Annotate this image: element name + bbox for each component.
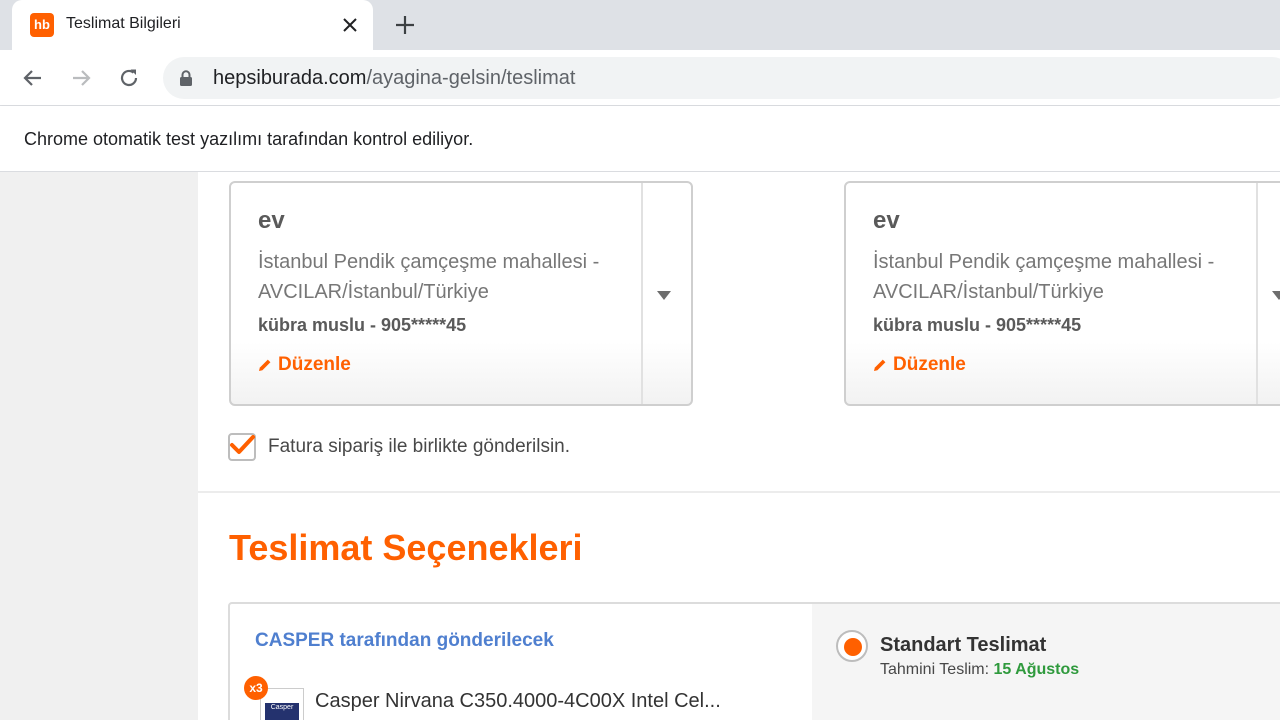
page-viewport: ev İstanbul Pendik çamçeşme mahallesi - …: [0, 172, 1280, 720]
automation-infobar: Chrome otomatik test yazılımı tarafından…: [0, 106, 1280, 172]
edit-address-button[interactable]: Düzenle: [258, 354, 641, 376]
edit-address-label: Düzenle: [278, 354, 351, 375]
delivery-option-box: CASPER tarafından gönderilecek Casper x3…: [228, 602, 1280, 720]
pencil-icon: [874, 359, 886, 371]
address-person: kübra muslu - 905*****45: [873, 315, 1082, 335]
url-text: hepsiburada.com/ayagina-gelsin/teslimat: [213, 67, 575, 90]
browser-tab[interactable]: hb Teslimat Bilgileri: [12, 0, 373, 50]
checkout-content: ev İstanbul Pendik çamçeşme mahallesi - …: [198, 172, 1280, 720]
reload-button[interactable]: [113, 62, 145, 94]
address-card-divider: [641, 183, 643, 404]
estimated-delivery: Tahmini Teslim: 15 Ağustos: [880, 661, 1079, 679]
address-name: ev: [873, 207, 900, 234]
address-card[interactable]: ev İstanbul Pendik çamçeşme mahallesi - …: [844, 181, 1280, 406]
infobar-text: Chrome otomatik test yazılımı tarafından…: [24, 129, 474, 149]
back-arrow-icon: [23, 70, 41, 86]
invoice-checkbox[interactable]: [228, 433, 256, 461]
tab-title: Teslimat Bilgileri: [66, 15, 181, 32]
reload-icon: [120, 69, 138, 87]
back-button[interactable]: [17, 62, 49, 94]
estimate-label: Tahmini Teslim:: [880, 661, 990, 678]
address-name: ev: [258, 207, 285, 234]
new-tab-button[interactable]: [392, 12, 418, 38]
close-icon[interactable]: [338, 13, 362, 37]
seller-label: CASPER tarafından gönderilecek: [255, 630, 554, 651]
radio-selected-dot: [844, 638, 862, 656]
delivery-options-title: Teslimat Seçenekleri: [229, 527, 583, 568]
tab-strip: hb Teslimat Bilgileri: [0, 0, 1280, 50]
standard-delivery-radio[interactable]: [836, 630, 868, 662]
address-card-divider: [1256, 183, 1258, 404]
browser-toolbar: hepsiburada.com/ayagina-gelsin/teslimat: [0, 50, 1280, 106]
address-card-body: ev İstanbul Pendik çamçeşme mahallesi - …: [231, 183, 641, 404]
invoice-label: Fatura sipariş ile birlikte gönderilsin.: [268, 436, 571, 457]
forward-button[interactable]: [65, 62, 97, 94]
left-gutter: [0, 172, 198, 720]
quantity-badge: x3: [244, 676, 268, 700]
address-person: kübra muslu - 905*****45: [258, 315, 467, 335]
address-line: İstanbul Pendik çamçeşme mahallesi - AVC…: [258, 251, 600, 303]
address-bar[interactable]: hepsiburada.com/ayagina-gelsin/teslimat: [163, 57, 1280, 99]
section-divider: [198, 491, 1280, 493]
chevron-down-icon[interactable]: [657, 291, 671, 300]
delivery-method-title[interactable]: Standart Teslimat: [880, 634, 1046, 657]
edit-address-button[interactable]: Düzenle: [873, 354, 1256, 376]
forward-arrow-icon: [73, 70, 91, 86]
invoice-option[interactable]: Fatura sipariş ile birlikte gönderilsin.: [228, 433, 570, 461]
chevron-down-icon[interactable]: [1272, 291, 1280, 300]
lock-icon[interactable]: [179, 70, 193, 87]
checkmark-icon: [230, 435, 255, 454]
address-line: İstanbul Pendik çamçeşme mahallesi - AVC…: [873, 251, 1215, 303]
product-box-art: Casper: [265, 703, 299, 720]
hepsiburada-favicon-icon: hb: [30, 13, 54, 37]
product-name[interactable]: Casper Nirvana C350.4000-4C00X Intel Cel…: [315, 690, 721, 713]
estimate-date: 15 Ağustos: [993, 661, 1080, 678]
edit-address-label: Düzenle: [893, 354, 966, 375]
delivery-method-panel: Standart Teslimat Tahmini Teslim: 15 Ağu…: [812, 604, 1280, 720]
url-path: /ayagina-gelsin/teslimat: [366, 67, 576, 89]
url-host: hepsiburada.com: [213, 67, 367, 89]
address-card-body: ev İstanbul Pendik çamçeşme mahallesi - …: [846, 183, 1256, 404]
address-card[interactable]: ev İstanbul Pendik çamçeşme mahallesi - …: [229, 181, 693, 406]
pencil-icon: [259, 359, 271, 371]
shipment-details: CASPER tarafından gönderilecek Casper x3…: [230, 604, 812, 720]
